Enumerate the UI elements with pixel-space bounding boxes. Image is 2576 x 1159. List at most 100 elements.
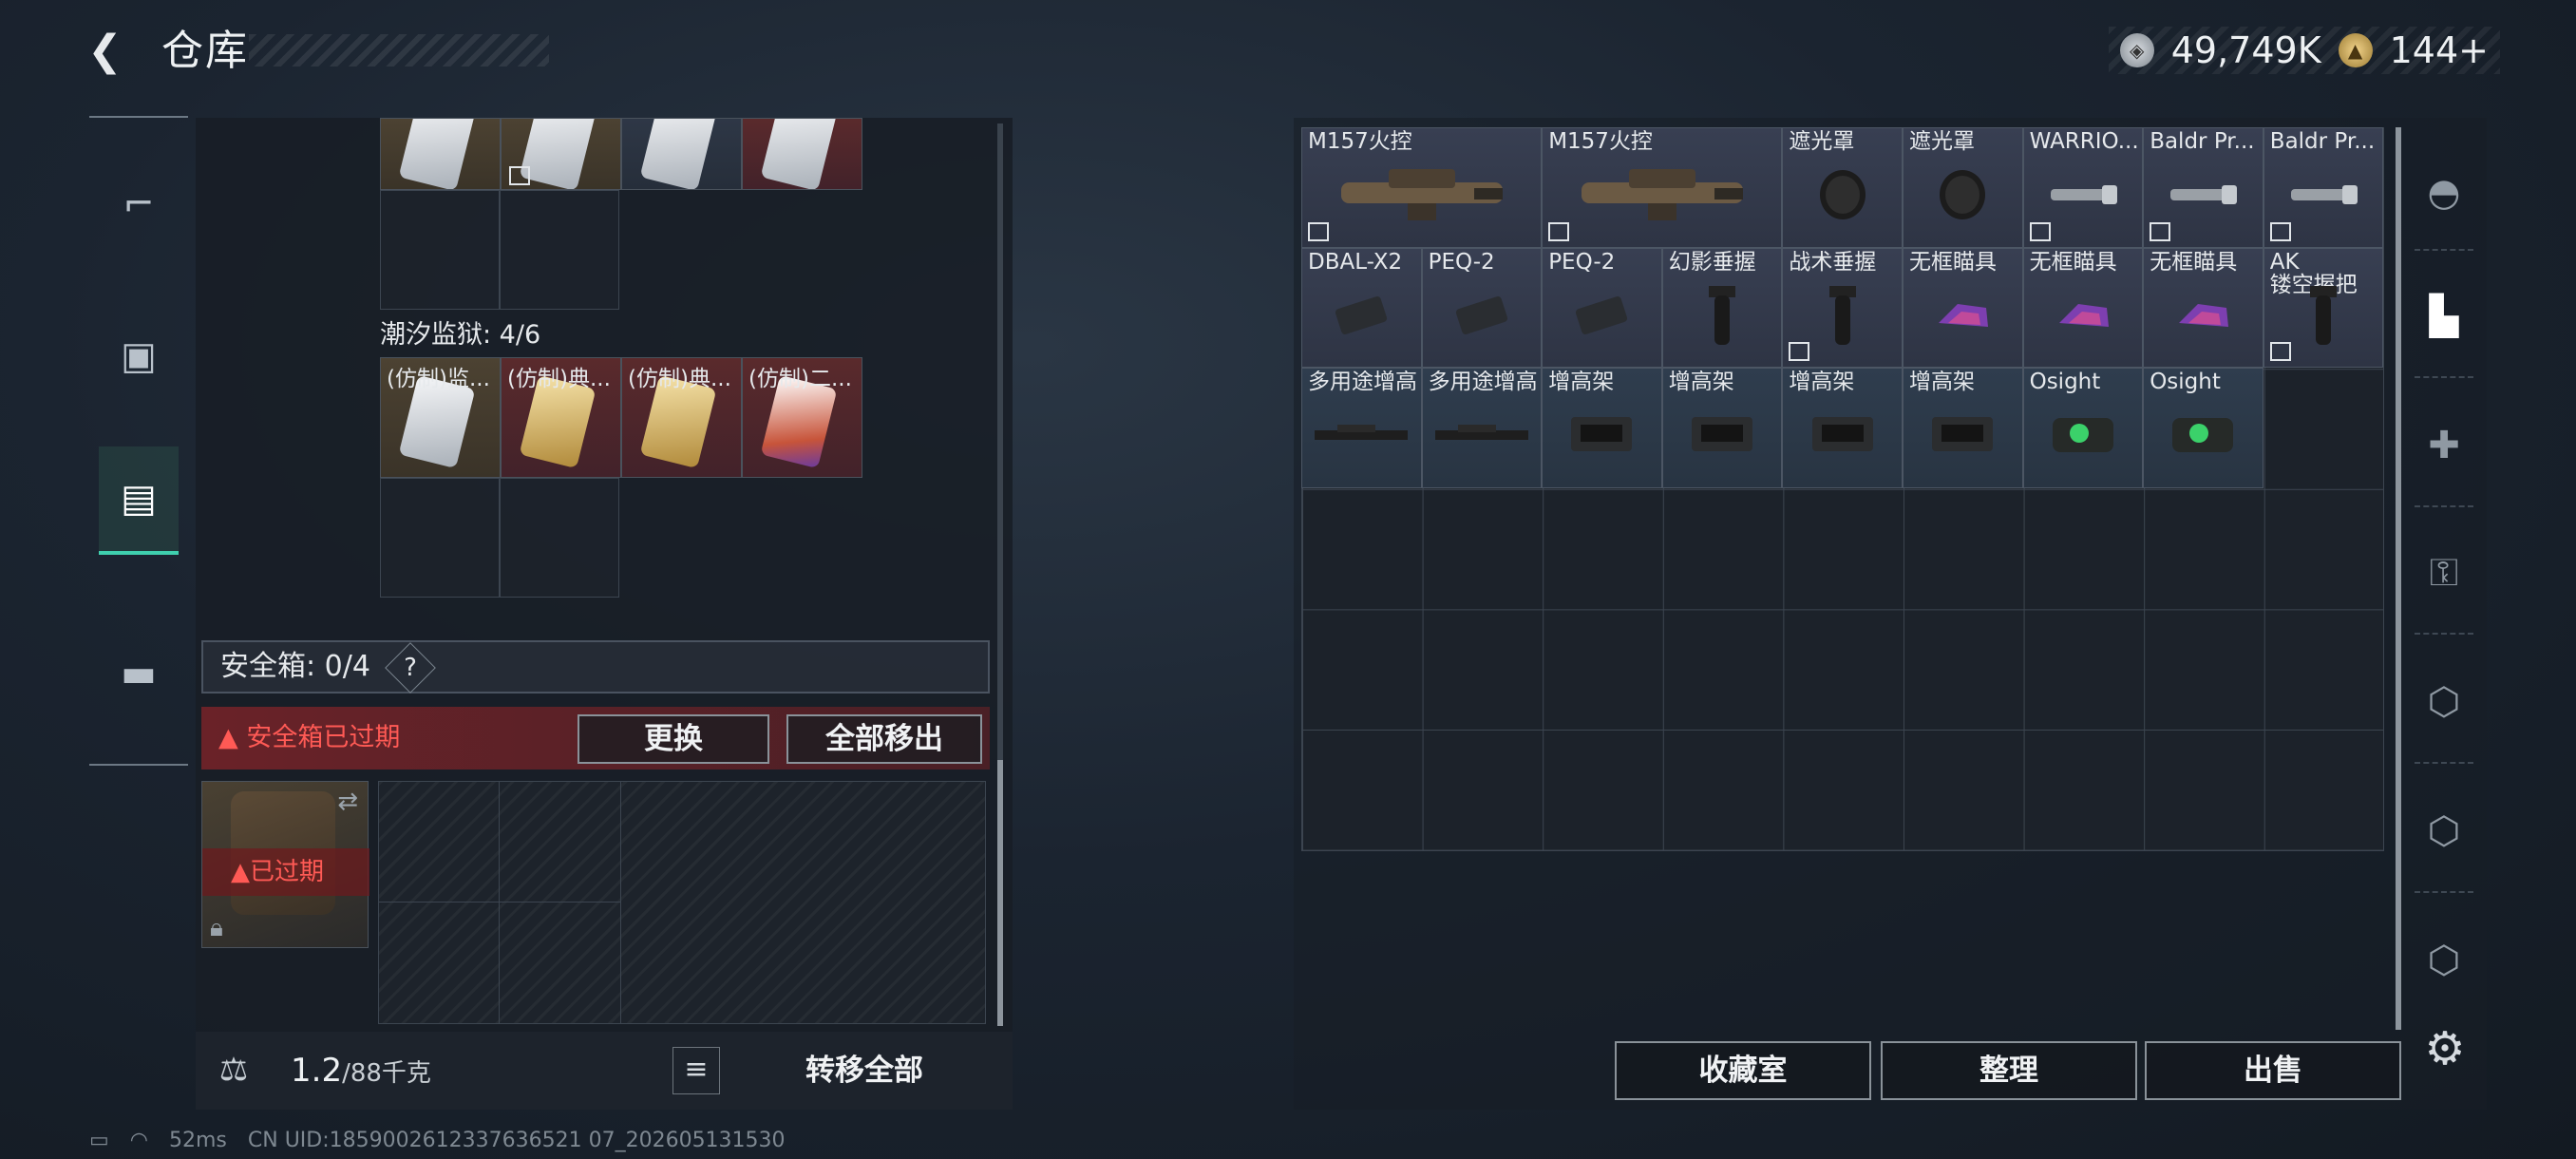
item-card[interactable]: (仿制)典... [621, 357, 742, 478]
mount-icon [1563, 409, 1639, 465]
page-title: 仓库 [161, 27, 249, 75]
iv-armor-icon[interactable]: ⬡ [2413, 929, 2475, 992]
stash-item[interactable]: 增高架 [1542, 368, 1662, 488]
item-label: Osight [2029, 370, 2101, 394]
expired-warning-text: 安全箱已过期 [246, 723, 401, 752]
helmet-icon[interactable]: ◓ [2413, 162, 2475, 224]
laser-icon [1568, 289, 1635, 346]
swap-icon[interactable]: ⇄ [337, 788, 358, 816]
chest-rig-icon[interactable]: ▤ [99, 446, 179, 555]
sell-button[interactable]: 出售 [2145, 1041, 2401, 1100]
safe-box-count: 安全箱: 0/4 [220, 650, 370, 683]
item-label: Baldr Pr... [2150, 130, 2255, 153]
sight-icon [1929, 294, 1996, 340]
grip-icon [1824, 282, 1862, 352]
stash-item[interactable]: 多用途增高 [1301, 368, 1422, 488]
back-arrow-icon[interactable]: ❮ [87, 27, 135, 76]
light-icon [2165, 176, 2241, 218]
gear-icon[interactable]: ⚙ [2416, 1020, 2473, 1077]
weapon-bench-icon[interactable]: ▙ [2413, 285, 2475, 348]
iv-medkit-icon[interactable]: ✚ [2413, 414, 2475, 477]
empty-slot[interactable] [500, 478, 619, 598]
item-label: 增高架 [1668, 370, 1734, 394]
safe-box-grid[interactable] [378, 781, 986, 1024]
wifi-icon: ◠ [129, 1129, 148, 1152]
stash-item[interactable]: PEQ-2 [1542, 247, 1662, 369]
item-label: M157火控 [1548, 130, 1653, 153]
stash-item[interactable]: 增高架 [1661, 368, 1783, 488]
item-card[interactable] [742, 118, 862, 190]
iv-key-icon[interactable]: ⚿ [2413, 542, 2475, 604]
silver-amount: 49,749K [2170, 29, 2321, 71]
stash-item[interactable]: 无框瞄具 [2143, 247, 2263, 369]
empty-slot[interactable] [380, 478, 500, 598]
briefcase-icon[interactable]: ▬ [99, 621, 179, 726]
rail-icon [1430, 421, 1534, 453]
stash-item[interactable]: 增高架 [1782, 368, 1903, 488]
stash-item[interactable]: Osight [2143, 368, 2263, 488]
stash-item[interactable]: M157火控 [1301, 127, 1543, 248]
item-label: (仿制)典... [507, 367, 611, 391]
hood-icon [1934, 166, 1991, 227]
tide-prison-label: 潮汐监狱: 4/6 [380, 320, 541, 350]
stash-item[interactable]: DBAL-X2 [1301, 247, 1422, 369]
no-mod-icon [2269, 342, 2291, 362]
stash-item[interactable]: 战术垂握 [1782, 247, 1903, 369]
gold-amount: 144+ [2389, 29, 2489, 71]
item-label: (仿制)监... [387, 367, 490, 391]
stash-item[interactable]: AK 镂空握把 [2263, 247, 2384, 369]
stash-item[interactable]: 幻影垂握 [1661, 247, 1783, 369]
item-label: 遮光罩 [1909, 130, 1975, 153]
stash-item[interactable]: M157火控 [1542, 127, 1783, 248]
empty-slot[interactable] [500, 190, 619, 310]
replace-button[interactable]: 更换 [578, 714, 769, 764]
collection-button[interactable]: 收藏室 [1615, 1041, 1871, 1100]
stash-item[interactable]: Baldr Pr... [2143, 127, 2263, 248]
hood-icon [1814, 166, 1871, 227]
stash-item[interactable]: 遮光罩 [1782, 127, 1903, 248]
item-card[interactable]: (仿制)典... [501, 357, 621, 478]
warning-icon: ▲ [231, 858, 250, 886]
mount-icon [1684, 409, 1760, 465]
item-label: 无框瞄具 [1909, 250, 1997, 274]
safe-box-item[interactable]: ▲已过期 ⇄ 🔒︎ [201, 781, 369, 948]
item-label: 多用途增高 [1308, 370, 1417, 394]
left-scrollbar-thumb[interactable] [997, 760, 1003, 1026]
stash-item[interactable]: WARRIO... [2022, 127, 2144, 248]
stash-item[interactable]: 无框瞄具 [2022, 247, 2144, 369]
item-label: (仿制)二... [748, 367, 852, 391]
gun-icon[interactable]: ⌐ [99, 152, 179, 256]
item-card[interactable]: (仿制)监... [380, 357, 501, 478]
stash-item[interactable]: 遮光罩 [1903, 127, 2023, 248]
stash-item[interactable]: 多用途增高 [1421, 368, 1543, 488]
item-card[interactable]: (仿制)二... [742, 357, 862, 478]
empty-slot[interactable] [380, 190, 500, 310]
ping-text: 52ms [169, 1129, 227, 1152]
item-card[interactable] [501, 118, 621, 190]
item-label: PEQ-2 [1548, 250, 1616, 274]
help-icon[interactable]: ? [385, 641, 437, 694]
laser-icon [1328, 289, 1394, 346]
mount-icon [1805, 409, 1881, 465]
weight-display: 1.2/88千克 [291, 1045, 431, 1099]
sort-button[interactable]: 整理 [1881, 1041, 2137, 1100]
grip-icon [2304, 282, 2342, 352]
iv-armor-icon[interactable]: ⬡ [2413, 800, 2475, 863]
list-icon[interactable]: ≡ [672, 1047, 720, 1094]
weight-max: /88千克 [342, 1059, 431, 1088]
stash-item[interactable]: Osight [2022, 368, 2144, 488]
right-scrollbar[interactable] [2396, 127, 2401, 1030]
iv-armor-icon[interactable]: ⬡ [2413, 671, 2475, 733]
stash-item[interactable]: Baldr Pr... [2263, 127, 2384, 248]
uid-text: CN UID:1859002612337636521 07_2026051315… [247, 1129, 786, 1152]
backpack-icon[interactable]: ▣ [99, 304, 179, 408]
stash-item[interactable]: 无框瞄具 [1903, 247, 2023, 369]
transfer-all-button[interactable]: 转移全部 [737, 1041, 992, 1100]
item-card[interactable] [621, 118, 742, 190]
move-all-out-button[interactable]: 全部移出 [786, 714, 982, 764]
stash-item[interactable]: 增高架 [1903, 368, 2023, 488]
item-label: DBAL-X2 [1308, 250, 1403, 274]
item-card[interactable] [380, 118, 501, 190]
weight-value: 1.2 [291, 1052, 343, 1090]
stash-item[interactable]: PEQ-2 [1421, 247, 1543, 369]
